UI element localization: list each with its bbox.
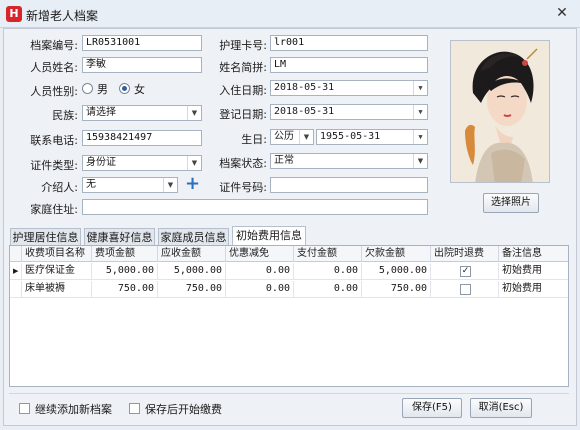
save-button[interactable]: 保存(F5) <box>402 398 462 418</box>
phone-field[interactable]: 15938421497 <box>82 130 202 146</box>
refund-checkbox[interactable]: ✓ <box>460 266 471 277</box>
row-indicator-icon: ▶ <box>10 263 22 280</box>
gender-label: 人员性别: <box>30 85 78 98</box>
calendar-type-value: 公历 <box>274 131 294 142</box>
birthday-label: 生日: <box>241 133 267 146</box>
tab-family-members[interactable]: 家庭成员信息 <box>158 228 229 246</box>
archive-status-value: 正常 <box>274 155 294 166</box>
id-type-value: 身份证 <box>86 157 116 168</box>
home-address-label: 家庭住址: <box>30 203 78 216</box>
tab-care-residence[interactable]: 护理居住信息 <box>10 228 81 246</box>
id-number-field[interactable] <box>270 177 428 193</box>
gender-male-radio[interactable] <box>82 83 93 94</box>
tab-initial-fees[interactable]: 初始费用信息 <box>232 226 306 246</box>
ethnicity-select[interactable]: 请选择 ▼ <box>82 105 202 121</box>
care-card-label: 护理卡号: <box>219 39 267 52</box>
note-cell[interactable]: 初始费用 <box>499 281 568 298</box>
add-referrer-icon[interactable]: + <box>185 175 200 193</box>
fee-amount-cell[interactable]: 750.00 <box>92 281 158 298</box>
birthday-value: 1955-05-31 <box>320 131 381 142</box>
chevron-down-icon: ▼ <box>413 130 427 144</box>
tab-health-preferences[interactable]: 健康喜好信息 <box>84 228 155 246</box>
gender-female-radio[interactable] <box>119 83 130 94</box>
fee-amount-cell[interactable]: 5,000.00 <box>92 263 158 280</box>
continue-add-label: 继续添加新档案 <box>35 403 112 416</box>
divider <box>9 393 569 394</box>
start-payment-checkbox[interactable] <box>129 403 140 414</box>
paid-cell[interactable]: 0.00 <box>294 281 362 298</box>
ethnicity-label: 民族: <box>52 109 78 122</box>
checkin-date-value: 2018-05-31 <box>274 82 335 93</box>
gender-female-label: 女 <box>134 83 145 96</box>
cancel-button[interactable]: 取消(Esc) <box>470 398 532 418</box>
chevron-down-icon: ▼ <box>299 130 313 144</box>
paid-cell[interactable]: 0.00 <box>294 263 362 280</box>
fee-table: 收费项目名称 费项金额 应收金额 优惠减免 支付金额 欠款金额 出院时退费 备注… <box>9 245 569 387</box>
archive-status-select[interactable]: 正常 ▼ <box>270 153 428 169</box>
column-header[interactable]: 费项金额 <box>92 246 158 262</box>
id-type-select[interactable]: 身份证 ▼ <box>82 155 202 171</box>
register-date-label: 登记日期: <box>219 108 267 121</box>
window-title: 新增老人档案 <box>26 9 99 23</box>
column-header[interactable]: 收费项目名称 <box>22 246 92 262</box>
receivable-cell[interactable]: 5,000.00 <box>158 263 226 280</box>
referrer-label: 介绍人: <box>41 181 78 194</box>
archive-no-field[interactable]: LR0531001 <box>82 35 202 51</box>
refund-cell <box>431 281 499 298</box>
care-card-field[interactable]: lr001 <box>270 35 428 51</box>
title-bar: H 新增老人档案 ✕ <box>0 0 580 28</box>
continue-add-checkbox[interactable] <box>19 403 30 414</box>
gender-male-label: 男 <box>97 83 108 96</box>
calendar-type-select[interactable]: 公历 ▼ <box>270 129 314 145</box>
register-date-value: 2018-05-31 <box>274 106 335 117</box>
archive-status-label: 档案状态: <box>219 157 267 170</box>
column-header[interactable]: 欠款金额 <box>362 246 431 262</box>
checkin-date-label: 入住日期: <box>219 84 267 97</box>
name-field[interactable]: 李敏 <box>82 57 202 73</box>
row-indicator-header <box>10 246 22 262</box>
select-photo-button[interactable]: 选择照片 <box>483 193 539 213</box>
fee-item-cell[interactable]: 床单被褥 <box>22 281 92 298</box>
birthday-date-picker[interactable]: 1955-05-31 ▼ <box>316 129 428 145</box>
column-header[interactable]: 应收金额 <box>158 246 226 262</box>
column-header[interactable]: 备注信息 <box>499 246 568 262</box>
row-indicator <box>10 281 22 298</box>
owed-cell[interactable]: 750.00 <box>362 281 431 298</box>
column-header[interactable]: 优惠减免 <box>226 246 294 262</box>
close-icon[interactable]: ✕ <box>552 4 572 22</box>
checkin-date-picker[interactable]: 2018-05-31 ▼ <box>270 80 428 96</box>
home-address-field[interactable] <box>82 199 428 215</box>
portrait-photo <box>450 40 550 183</box>
column-header[interactable]: 支付金额 <box>294 246 362 262</box>
fee-item-cell[interactable]: 医疗保证金 <box>22 263 92 280</box>
id-number-label: 证件号码: <box>219 181 267 194</box>
referrer-value: 无 <box>86 179 96 190</box>
chevron-down-icon: ▼ <box>163 178 177 192</box>
receivable-cell[interactable]: 750.00 <box>158 281 226 298</box>
name-label: 人员姓名: <box>30 61 78 74</box>
register-date-picker[interactable]: 2018-05-31 ▼ <box>270 104 428 120</box>
note-cell[interactable]: 初始费用 <box>499 263 568 280</box>
owed-cell[interactable]: 5,000.00 <box>362 263 431 280</box>
column-header[interactable]: 出院时退费 <box>431 246 499 262</box>
portrait-image <box>451 41 549 182</box>
id-type-label: 证件类型: <box>30 159 78 172</box>
name-abbr-label: 姓名简拼: <box>219 61 267 74</box>
ethnicity-value: 请选择 <box>86 107 116 118</box>
phone-label: 联系电话: <box>30 134 78 147</box>
start-payment-label: 保存后开始缴费 <box>145 403 222 416</box>
discount-cell[interactable]: 0.00 <box>226 263 294 280</box>
chevron-down-icon: ▼ <box>187 156 201 170</box>
name-abbr-field[interactable]: LM <box>270 57 428 73</box>
chevron-down-icon: ▼ <box>413 81 427 95</box>
refund-cell: ✓ <box>431 263 499 280</box>
refund-checkbox[interactable] <box>460 284 471 295</box>
chevron-down-icon: ▼ <box>187 106 201 120</box>
archive-no-label: 档案编号: <box>30 39 78 52</box>
referrer-select[interactable]: 无 ▼ <box>82 177 178 193</box>
discount-cell[interactable]: 0.00 <box>226 281 294 298</box>
chevron-down-icon: ▼ <box>413 154 427 168</box>
chevron-down-icon: ▼ <box>413 105 427 119</box>
app-icon: H <box>6 6 22 22</box>
